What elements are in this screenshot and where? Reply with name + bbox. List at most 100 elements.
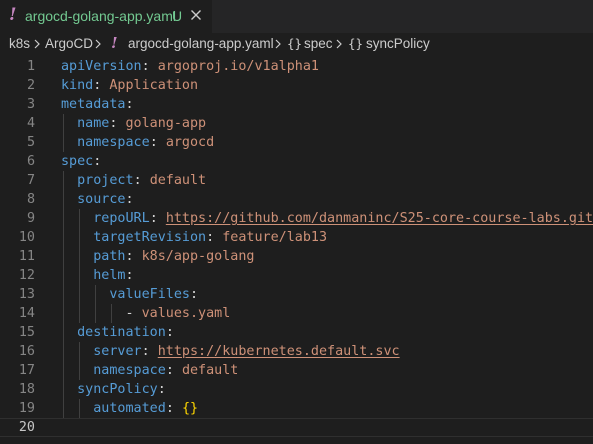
yaml-colon: :: [133, 173, 142, 188]
line-content: project: default: [61, 171, 206, 190]
yaml-key: targetRevision: [93, 230, 207, 245]
chevron-right-icon: [275, 39, 281, 49]
untracked-badge: U: [172, 8, 183, 24]
yaml-value: values.yaml: [141, 306, 231, 321]
chevron-right-icon: [34, 39, 40, 49]
line-number: 14: [18, 306, 35, 321]
line-content: namespace: argocd: [61, 133, 214, 152]
line-content: spec:: [61, 152, 101, 171]
line-number: 15: [18, 325, 35, 340]
code-line: 19 automated: {}: [0, 399, 593, 418]
object-icon: {}: [287, 36, 303, 51]
line-number: 11: [18, 249, 35, 264]
code-line: 1 apiVersion: argoproj.io/v1alpha1: [0, 57, 593, 76]
tab-bar: ! argocd-golang-app.yaml U: [0, 0, 593, 33]
yaml-key: repoURL: [93, 211, 150, 226]
yaml-key: automated: [93, 401, 166, 416]
yaml-dash: -: [125, 306, 142, 321]
yaml-colon: :: [109, 116, 118, 131]
yaml-value: argocd: [165, 135, 215, 150]
line-number: 7: [26, 173, 35, 188]
yaml-value: {}: [181, 401, 199, 416]
breadcrumb-item-file[interactable]: argocd-golang-app.yaml: [128, 36, 274, 51]
line-content: server: https://kubernetes.default.svc: [61, 342, 400, 361]
yaml-value: Application: [109, 78, 199, 93]
line-content: namespace: default: [61, 361, 238, 380]
line-number: 10: [18, 230, 35, 245]
code-line: 3 metadata:: [0, 95, 593, 114]
code-editor[interactable]: 1 apiVersion: argoproj.io/v1alpha1 2 kind: …: [0, 55, 593, 444]
code-line: 10 targetRevision: feature/lab13: [0, 228, 593, 247]
yaml-key: namespace: [93, 363, 166, 378]
line-number: 4: [26, 116, 35, 131]
yaml-key: project: [77, 173, 134, 188]
code-line: 7 project: default: [0, 171, 593, 190]
code-line: 14 - values.yaml: [0, 304, 593, 323]
breadcrumb-item-k8s[interactable]: k8s: [9, 36, 30, 51]
line-content: metadata:: [61, 95, 134, 114]
line-number: 13: [18, 287, 35, 302]
breadcrumb-item-spec[interactable]: spec: [304, 36, 333, 51]
line-content: name: golang-app: [61, 114, 206, 133]
yaml-colon: :: [149, 135, 158, 150]
yaml-key: namespace: [77, 135, 150, 150]
line-content: syncPolicy:: [61, 380, 166, 399]
object-icon: {}: [348, 36, 364, 51]
yaml-value: golang-app: [125, 116, 207, 131]
code-line: 4 name: golang-app: [0, 114, 593, 133]
breadcrumb-item-syncpolicy[interactable]: syncPolicy: [366, 36, 430, 51]
line-number: 19: [18, 401, 35, 416]
yaml-key: helm: [93, 268, 126, 283]
yaml-value: argoproj.io/v1alpha1: [157, 59, 319, 74]
line-content: kind: Application: [61, 76, 198, 95]
code-line: 11 path: k8s/app-golang: [0, 247, 593, 266]
yaml-colon: :: [149, 211, 158, 226]
line-content: targetRevision: feature/lab13: [61, 228, 327, 247]
yaml-key: apiVersion: [61, 59, 142, 74]
yaml-colon: :: [165, 363, 174, 378]
link[interactable]: https://github.com/danmaninc/S25-core-co…: [166, 211, 593, 226]
code-line: 17 namespace: default: [0, 361, 593, 380]
line-content: apiVersion: argoproj.io/v1alpha1: [61, 57, 319, 76]
line-number: 5: [26, 135, 35, 150]
yaml-colon: :: [157, 382, 166, 397]
yaml-key: name: [77, 116, 110, 131]
yaml-key: destination: [77, 325, 166, 340]
line-content: automated: {}: [61, 399, 198, 418]
yaml-file-icon: !: [9, 5, 17, 25]
code-line: 9 repoURL: https://github.com/danmaninc/…: [0, 209, 593, 228]
line-number: 2: [26, 78, 35, 93]
indent-guide: [63, 114, 64, 152]
editor-tab[interactable]: ! argocd-golang-app.yaml U: [0, 0, 212, 33]
yaml-colon: :: [206, 230, 215, 245]
yaml-key: spec: [61, 154, 94, 169]
yaml-key: valueFiles: [109, 287, 190, 302]
code-line: 13 valueFiles:: [0, 285, 593, 304]
yaml-key: kind: [61, 78, 94, 93]
line-number: 1: [26, 59, 35, 74]
yaml-value: default: [181, 363, 239, 378]
yaml-colon: :: [93, 78, 102, 93]
yaml-key: syncPolicy: [77, 382, 158, 397]
yaml-colon: :: [165, 401, 174, 416]
line-number: 3: [26, 97, 35, 112]
code-line: 15 destination:: [0, 323, 593, 342]
yaml-colon: :: [93, 154, 102, 169]
code-line: 18 syncPolicy:: [0, 380, 593, 399]
link[interactable]: https://kubernetes.default.svc: [158, 344, 400, 359]
line-number: 16: [18, 344, 35, 359]
code-line: 2 kind: Application: [0, 76, 593, 95]
indent-guide: [63, 171, 64, 418]
line-number: 17: [18, 363, 35, 378]
code-line: 16 server: https://kubernetes.default.sv…: [0, 342, 593, 361]
tab-title: argocd-golang-app.yaml: [25, 8, 176, 24]
line-number: 20: [18, 420, 35, 435]
chevron-right-icon: [336, 39, 342, 49]
close-icon[interactable]: [188, 7, 204, 23]
yaml-key: source: [77, 192, 126, 207]
breadcrumb-item-argocd[interactable]: ArgoCD: [45, 36, 93, 51]
line-content: destination:: [61, 323, 174, 342]
indent-guide: [79, 342, 80, 380]
indent-guide: [79, 209, 80, 323]
line-number: 8: [26, 192, 35, 207]
